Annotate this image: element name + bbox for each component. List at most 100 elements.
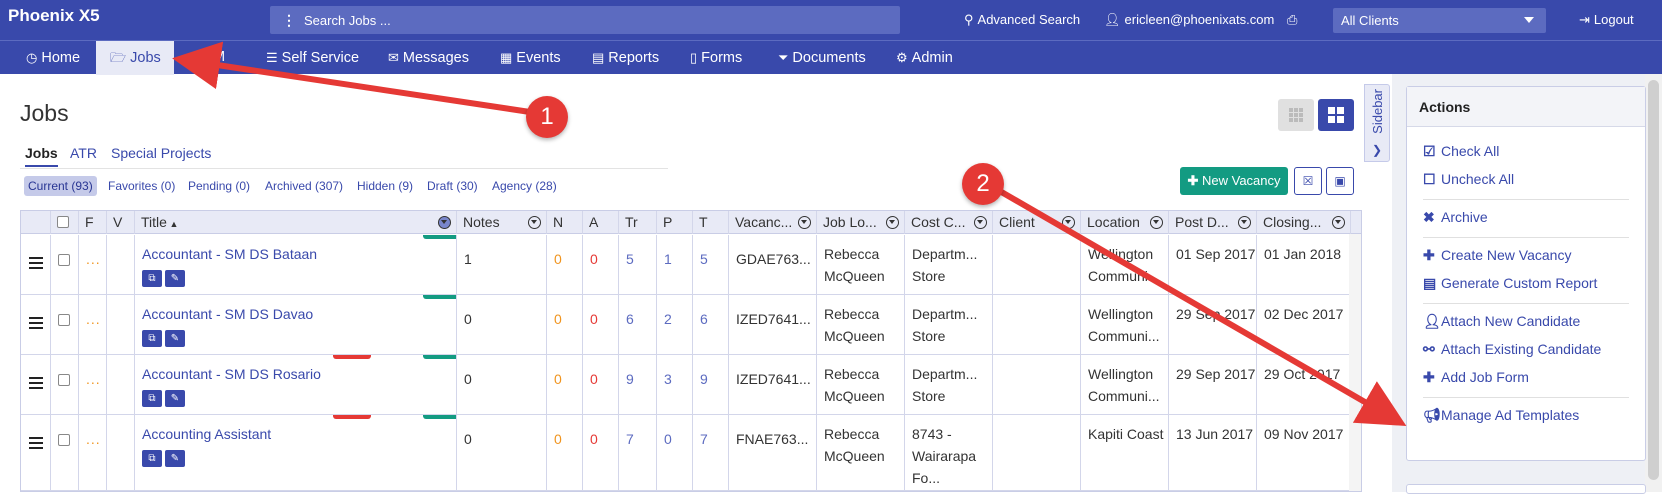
action-archive[interactable]: ✖ Archive bbox=[1423, 209, 1488, 226]
row-menu-icon[interactable] bbox=[29, 437, 43, 449]
nav-self-service[interactable]: ☰ Self Service bbox=[266, 41, 359, 75]
more-dots-icon[interactable]: ... bbox=[86, 371, 101, 387]
col-t[interactable]: T bbox=[693, 211, 729, 234]
col-n[interactable]: N bbox=[547, 211, 583, 234]
filter-icon[interactable] bbox=[528, 216, 541, 229]
more-dots-icon[interactable]: ... bbox=[86, 311, 101, 327]
row-checkbox[interactable] bbox=[58, 254, 70, 266]
job-title-link[interactable]: Accountant - SM DS Davao bbox=[142, 306, 313, 322]
filter-icon[interactable] bbox=[1332, 216, 1345, 229]
action-generate-custom-report[interactable]: ▤ Generate Custom Report bbox=[1423, 275, 1597, 292]
action-add-job-form[interactable]: ✚ Add Job Form bbox=[1423, 369, 1529, 386]
table-row[interactable]: ... Accountant - SM DS Rosario ⧉ ✎ 0 0 0 9 3 9 IZE… bbox=[21, 355, 1351, 415]
col-closing[interactable]: Closing... bbox=[1257, 211, 1351, 234]
row-checkbox[interactable] bbox=[58, 434, 70, 446]
nav-reports[interactable]: ▤ Reports bbox=[592, 41, 659, 75]
row-menu-icon[interactable] bbox=[29, 377, 43, 389]
filter-icon[interactable] bbox=[798, 216, 811, 229]
col-title[interactable]: Title ▲ bbox=[135, 211, 457, 234]
col-cost-center[interactable]: Cost C... bbox=[905, 211, 993, 234]
col-p[interactable]: P bbox=[657, 211, 693, 234]
action-attach-new-candidate[interactable]: 👤︎Attach New Candidate bbox=[1423, 313, 1580, 330]
export-excel-button[interactable]: ☒ bbox=[1294, 167, 1322, 195]
edit-icon[interactable]: ✎ bbox=[165, 330, 185, 347]
col-job-location[interactable]: Job Lo... bbox=[817, 211, 905, 234]
row-checkbox[interactable] bbox=[58, 314, 70, 326]
nav-documents[interactable]: ⏷ Documents bbox=[778, 41, 866, 75]
job-title-link[interactable]: Accountant - SM DS Bataan bbox=[142, 246, 317, 262]
action-check-all[interactable]: ☑ Check All bbox=[1423, 143, 1499, 160]
col-select-all[interactable] bbox=[51, 211, 79, 234]
sidebar-toggle[interactable]: Sidebar ❯ bbox=[1364, 84, 1390, 162]
filter-current[interactable]: Current (93) bbox=[24, 176, 97, 196]
nav-events[interactable]: ▦ Events bbox=[500, 41, 561, 75]
filter-icon[interactable] bbox=[886, 216, 899, 229]
more-dots-icon[interactable]: ... bbox=[86, 431, 101, 447]
filter-favorites[interactable]: Favorites (0) bbox=[104, 176, 179, 196]
print-button[interactable]: ⎙ bbox=[1287, 12, 1297, 28]
filter-pending[interactable]: Pending (0) bbox=[184, 176, 254, 196]
table-scrollbar[interactable] bbox=[1349, 234, 1361, 491]
app-title[interactable]: Phoenix X5 bbox=[8, 6, 100, 26]
search-box[interactable]: ⋮ bbox=[270, 6, 900, 34]
page-scrollbar-thumb[interactable] bbox=[1648, 80, 1659, 480]
nav-jobs[interactable]: 🗁︎ Jobs bbox=[96, 41, 174, 75]
col-vacancy[interactable]: Vacanc... bbox=[729, 211, 817, 234]
action-manage-ad-templates[interactable]: 📢︎Manage Ad Templates bbox=[1423, 407, 1579, 424]
filter-agency[interactable]: Agency (28) bbox=[488, 176, 561, 196]
edit-icon[interactable]: ✎ bbox=[165, 450, 185, 467]
col-a[interactable]: A bbox=[583, 211, 619, 234]
col-client[interactable]: Client bbox=[993, 211, 1081, 234]
filter-hidden[interactable]: Hidden (9) bbox=[353, 176, 417, 196]
nav-admin[interactable]: ⚙ Admin bbox=[896, 41, 953, 75]
nav-crm[interactable]: CRM bbox=[192, 41, 225, 75]
advanced-search-link[interactable]: ⚲ Advanced Search bbox=[964, 12, 1080, 28]
table-row[interactable]: ... Accountant - SM DS Bataan ⧉ ✎ 1 0 0 5 1 5 GDAE… bbox=[21, 235, 1351, 295]
client-select[interactable]: All Clients bbox=[1333, 8, 1546, 33]
nav-forms[interactable]: ▯ Forms bbox=[690, 41, 742, 75]
row-menu-icon[interactable] bbox=[29, 257, 43, 269]
page-scrollbar[interactable] bbox=[1645, 74, 1662, 492]
filter-icon[interactable] bbox=[1062, 216, 1075, 229]
search-options-icon[interactable]: ⋮ bbox=[282, 12, 297, 29]
edit-icon[interactable]: ✎ bbox=[165, 390, 185, 407]
job-title-link[interactable]: Accounting Assistant bbox=[142, 426, 271, 442]
copy-icon[interactable]: ⧉ bbox=[142, 450, 162, 467]
col-location[interactable]: Location bbox=[1081, 211, 1169, 234]
action-uncheck-all[interactable]: ☐ Uncheck All bbox=[1423, 171, 1514, 188]
edit-icon[interactable]: ✎ bbox=[165, 270, 185, 287]
col-f[interactable]: F bbox=[79, 211, 107, 234]
tile-view-button[interactable] bbox=[1318, 99, 1354, 131]
filter-icon[interactable] bbox=[974, 216, 987, 229]
action-create-new-vacancy[interactable]: ✚ Create New Vacancy bbox=[1423, 247, 1571, 264]
filter-archived[interactable]: Archived (307) bbox=[261, 176, 347, 196]
filter-draft[interactable]: Draft (30) bbox=[423, 176, 482, 196]
col-v[interactable]: V bbox=[107, 211, 135, 234]
nav-home[interactable]: ◷ Home bbox=[26, 41, 80, 75]
job-title-link[interactable]: Accountant - SM DS Rosario bbox=[142, 366, 321, 382]
logout-link[interactable]: ⇥ Logout bbox=[1579, 12, 1634, 28]
table-row[interactable]: ... Accountant - SM DS Davao ⧉ ✎ 0 0 0 6 2 6 IZED7… bbox=[21, 295, 1351, 355]
grid-view-button[interactable] bbox=[1278, 99, 1314, 131]
more-dots-icon[interactable]: ... bbox=[86, 251, 101, 267]
nav-messages[interactable]: ✉ Messages bbox=[388, 41, 469, 75]
new-vacancy-button[interactable]: ✚ New Vacancy bbox=[1180, 167, 1288, 195]
row-checkbox[interactable] bbox=[58, 374, 70, 386]
row-menu-icon[interactable] bbox=[29, 317, 43, 329]
copy-icon[interactable]: ⧉ bbox=[142, 270, 162, 287]
col-tr[interactable]: Tr bbox=[619, 211, 657, 234]
action-attach-existing-candidate[interactable]: ⚯ Attach Existing Candidate bbox=[1423, 341, 1601, 358]
table-row[interactable]: ... Accounting Assistant ⧉ ✎ 0 0 0 7 0 7 FNAE763..… bbox=[21, 415, 1351, 491]
copy-icon[interactable]: ⧉ bbox=[142, 390, 162, 407]
copy-icon[interactable]: ⧉ bbox=[142, 330, 162, 347]
col-notes[interactable]: Notes bbox=[457, 211, 547, 234]
user-menu[interactable]: 👤︎ ericleen@phoenixats.com bbox=[1104, 12, 1274, 28]
tab-special-projects[interactable]: Special Projects bbox=[111, 145, 211, 161]
tab-atr[interactable]: ATR bbox=[70, 145, 97, 161]
tab-jobs[interactable]: Jobs bbox=[25, 145, 58, 167]
export-pdf-button[interactable]: ▣ bbox=[1326, 167, 1354, 195]
filter-icon[interactable] bbox=[1238, 216, 1251, 229]
search-input[interactable] bbox=[304, 10, 894, 30]
filter-icon[interactable] bbox=[438, 216, 451, 229]
select-all-checkbox[interactable] bbox=[57, 216, 69, 228]
